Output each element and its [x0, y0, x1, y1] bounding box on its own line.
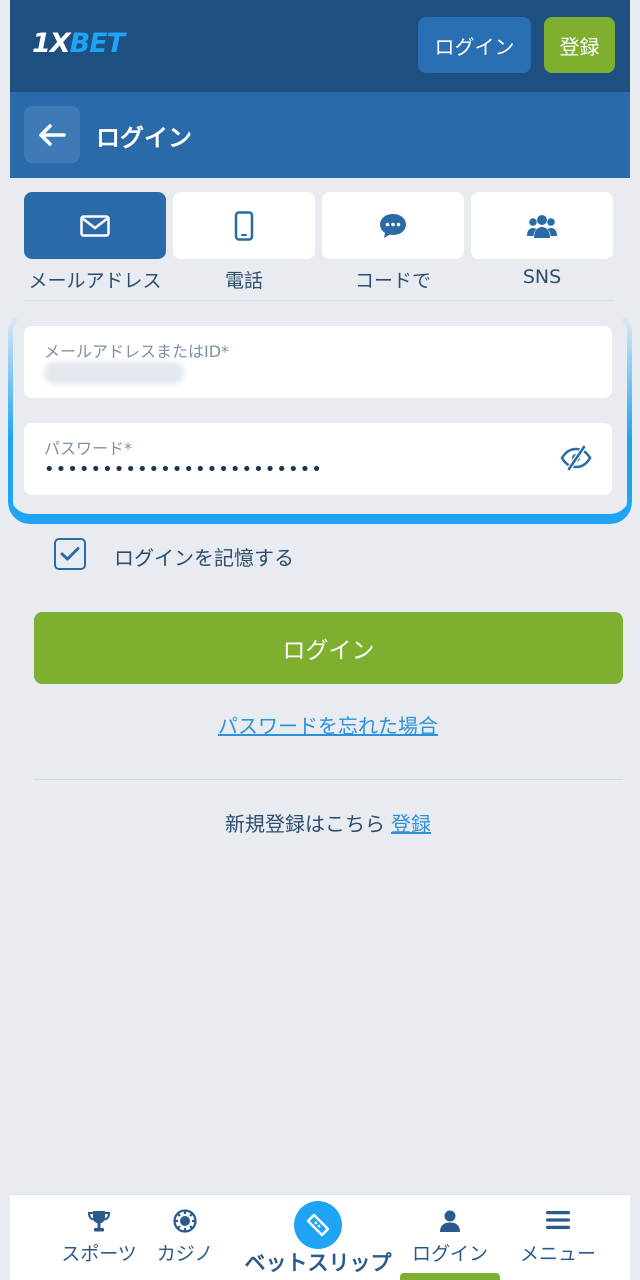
- tab-sns-label: SNS: [522, 266, 562, 288]
- tab-email-tile[interactable]: [24, 192, 166, 259]
- nav-menu[interactable]: メニュー: [508, 1195, 608, 1280]
- tab-phone-tile[interactable]: [173, 192, 315, 259]
- tab-email[interactable]: メールアドレス: [24, 192, 166, 292]
- app-frame: 1XBET ログイン 登録 ログイン メールアドレス 電話 コードで SNS メ…: [8, 0, 632, 1280]
- tab-sns[interactable]: SNS: [471, 192, 613, 292]
- nav-menu-label: メニュー: [519, 1243, 596, 1265]
- ticket-icon: [306, 1213, 330, 1237]
- email-field-label: メールアドレスまたはID*: [44, 342, 230, 361]
- toggle-password-visibility[interactable]: [560, 445, 592, 471]
- nav-betslip-button[interactable]: [294, 1201, 342, 1249]
- users-icon: [527, 214, 557, 238]
- header-register-button[interactable]: 登録: [544, 17, 615, 73]
- envelope-icon: [80, 214, 110, 237]
- tab-phone[interactable]: 電話: [173, 192, 315, 292]
- login-method-tabs: メールアドレス 電話 コードで SNS: [24, 192, 614, 292]
- tab-sns-tile[interactable]: [471, 192, 613, 259]
- nav-login-label: ログイン: [411, 1243, 488, 1265]
- tab-code[interactable]: コードで: [322, 192, 464, 292]
- tab-code-tile[interactable]: [322, 192, 464, 259]
- bottom-nav: スポーツ カジノ ベットスリップ ログイン メニュー: [10, 1194, 630, 1280]
- forgot-password-link[interactable]: パスワードを忘れた場合: [10, 710, 640, 739]
- password-field-label: パスワード*: [44, 439, 133, 458]
- tab-email-label: メールアドレス: [28, 270, 162, 292]
- casino-chip-icon: [173, 1209, 197, 1233]
- sub-header: ログイン: [10, 92, 630, 178]
- password-value: ••••••••••••••••••••••••: [44, 459, 323, 480]
- top-header: 1XBET ログイン 登録: [10, 0, 630, 92]
- arrow-left-icon: [39, 123, 66, 146]
- nav-active-indicator: [400, 1273, 500, 1280]
- divider: [34, 779, 623, 780]
- page-title: ログイン: [96, 124, 192, 152]
- hamburger-menu-icon: [546, 1211, 570, 1229]
- register-prompt: 新規登録はこちら 登録: [10, 808, 640, 837]
- phone-icon: [234, 210, 254, 241]
- logo-prefix: 1X: [32, 28, 71, 59]
- user-icon: [440, 1210, 460, 1232]
- checkmark-icon: [60, 547, 80, 561]
- email-field[interactable]: メールアドレスまたはID*: [24, 326, 612, 398]
- nav-login[interactable]: ログイン: [400, 1195, 500, 1280]
- nav-casino[interactable]: カジノ: [140, 1195, 230, 1280]
- brand-logo[interactable]: 1XBET: [32, 28, 125, 59]
- header-login-button[interactable]: ログイン: [418, 17, 531, 73]
- register-link[interactable]: 登録: [391, 812, 431, 836]
- tab-phone-label: 電話: [224, 270, 263, 292]
- login-form: メールアドレスまたはID* パスワード* •••••••••••••••••••…: [8, 310, 632, 524]
- logo-suffix: BET: [69, 28, 125, 59]
- remember-me-checkbox[interactable]: [54, 538, 86, 570]
- eye-slash-icon: [560, 445, 592, 471]
- nav-betslip-label[interactable]: ベットスリップ: [230, 1247, 406, 1277]
- remember-me[interactable]: ログインを記憶する: [54, 538, 354, 572]
- divider: [24, 300, 614, 301]
- remember-me-label: ログインを記憶する: [114, 546, 294, 570]
- chat-bubble-icon: [380, 213, 406, 238]
- nav-casino-label: カジノ: [156, 1243, 214, 1265]
- back-button[interactable]: [24, 106, 80, 163]
- register-prompt-text: 新規登録はこちら: [225, 812, 385, 836]
- tab-code-label: コードで: [354, 270, 431, 292]
- trophy-icon: [87, 1211, 111, 1232]
- email-value-redacted: [44, 362, 184, 384]
- login-submit-button[interactable]: ログイン: [34, 612, 623, 684]
- password-field[interactable]: パスワード* ••••••••••••••••••••••••: [24, 423, 612, 495]
